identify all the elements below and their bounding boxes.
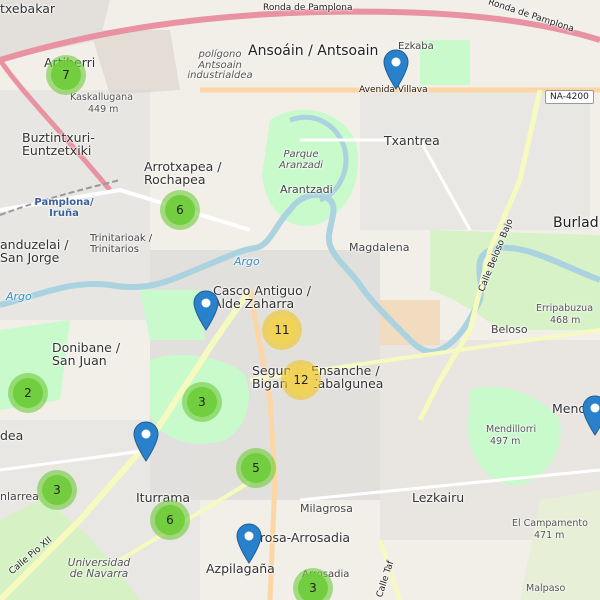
label-universidad-navarra: Universidad de Navarra [67, 557, 131, 581]
cluster-count: 2 [13, 378, 43, 408]
label-malpaso: Malpaso [526, 583, 566, 594]
label-mendillorri: Mendillorri [486, 424, 537, 435]
cluster-marker[interactable]: 11 [262, 310, 302, 350]
label-arantzadi: Arantzadi [280, 183, 333, 196]
label-burlada: Burlad [553, 215, 599, 231]
label-milagrosa: Milagrosa [300, 502, 353, 515]
label-beloso: Beloso [491, 323, 528, 336]
cluster-marker[interactable]: 2 [8, 373, 48, 413]
cluster-count: 5 [241, 453, 271, 483]
label-buztintxuri: Buztintxuri-Euntzetxiki [22, 130, 95, 159]
cluster-marker[interactable]: 12 [281, 360, 321, 400]
label-river-argo-1: Argo [234, 255, 260, 268]
label-mendillorri-elevation: 497 m [490, 436, 521, 447]
label-el-campamento: El Campamento [512, 518, 588, 529]
cluster-count: 6 [155, 505, 185, 535]
map-pin-marker[interactable] [133, 421, 159, 462]
cluster-count: 11 [267, 315, 297, 345]
label-erripabuzua-elevation: 468 m [550, 315, 581, 326]
label-poligono: polígono Antsoain industrialdea [187, 49, 253, 81]
label-arrosadia: grosa-Arrosadia [252, 530, 351, 545]
label-magdalena: Magdalena [349, 241, 410, 254]
map-pin-marker[interactable] [236, 523, 262, 564]
label-lezkairu: Lezkairu [412, 490, 465, 505]
label-pamplona-iruna: Pamplona/ Iruña [34, 197, 94, 219]
map-pin-marker[interactable] [193, 290, 219, 331]
label-ronda-1: Ronda de Pamplona [263, 3, 353, 13]
label-anduzelai: anduzelai / San Jorge [0, 237, 69, 266]
cluster-marker[interactable]: 7 [46, 55, 86, 95]
label-trinitarioak: Trinitarioak / Trinitarios [90, 233, 153, 255]
cluster-count: 3 [187, 387, 217, 417]
cluster-count: 3 [298, 573, 328, 600]
cluster-marker[interactable]: 6 [160, 190, 200, 230]
road-shield-na4200: NA-4200 [545, 90, 594, 104]
label-casco-antiguo: Casco Antiguo / Alde Zaharra [213, 283, 311, 312]
label-segundo-ensanche: Segundo Ensanche / Bigarren Zabalgunea [252, 363, 384, 392]
map-pin-marker[interactable] [383, 49, 409, 90]
cluster-marker[interactable]: 3 [37, 470, 77, 510]
cluster-count: 3 [42, 475, 72, 505]
cluster-marker[interactable]: 3 [182, 382, 222, 422]
label-parque-aranzadi: Parque Aranzadi [279, 149, 323, 171]
label-txebakar: txebakar [0, 1, 56, 16]
map-pin-marker[interactable] [582, 395, 600, 436]
label-txantrea: Txantrea [384, 133, 440, 148]
label-donibane: Donibane / San Juan [52, 340, 121, 369]
label-ansoain: Ansoáin / Antsoain [248, 43, 379, 59]
cluster-marker[interactable]: 6 [150, 500, 190, 540]
cluster-count: 6 [165, 195, 195, 225]
label-nlarrea: nlarrea [0, 490, 39, 503]
label-erripabuzua: Erripabuzua [536, 303, 594, 314]
label-arrotxapea: Arrotxapea / Rochapea [144, 159, 222, 188]
cluster-marker[interactable]: 5 [236, 448, 276, 488]
cluster-marker[interactable]: 3 [293, 568, 333, 600]
label-kaskalluga-elevation: 449 m [88, 104, 119, 115]
map-canvas[interactable]: Ansoáin / Antsoain Ezkaba Avenida Villav… [0, 0, 600, 600]
label-river-argo-2: Argo [6, 290, 32, 303]
label-dea: dea [0, 428, 24, 443]
cluster-count: 7 [51, 60, 81, 90]
label-kaskalluga: Kaskalluganа [70, 92, 133, 103]
label-el-campamento-elevation: 471 m [534, 530, 565, 541]
cluster-count: 12 [286, 365, 316, 395]
